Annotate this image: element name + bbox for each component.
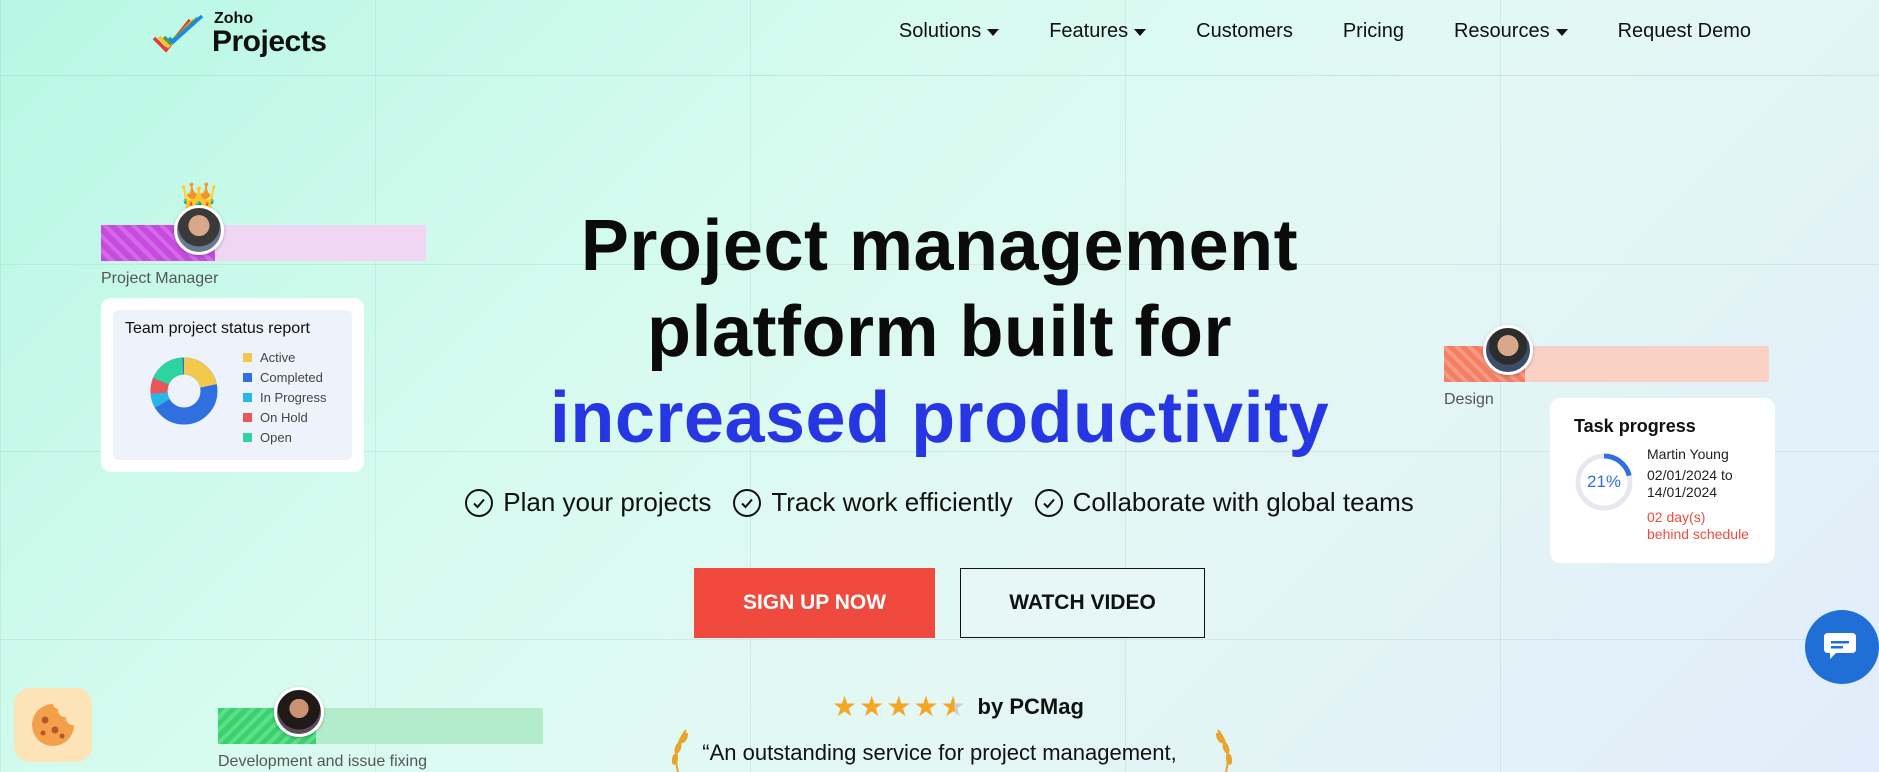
star-icon: ★ [832, 691, 858, 722]
task-date-start: 02/01/2024 to [1647, 467, 1733, 483]
sign-up-now-button[interactable]: SIGN UP NOW [694, 568, 935, 638]
feature-item: Track work efficiently [733, 487, 1013, 518]
nav-features-label: Features [1049, 20, 1129, 42]
feature-list: Plan your projects Track work efficientl… [0, 487, 1879, 518]
task-assignee: Martin Young [1647, 446, 1729, 462]
star-icon: ★ [886, 691, 912, 722]
design-avatar [1483, 325, 1533, 375]
watch-video-button[interactable]: WATCH VIDEO [960, 568, 1205, 638]
caret-down-icon [1555, 29, 1568, 36]
nav-request-demo[interactable]: Request Demo [1618, 20, 1751, 43]
rating-source: by PCMag [977, 694, 1084, 719]
logo-checkmarks-icon [152, 14, 204, 53]
pcmag-rating: ★ ★ ★ ★ ★ by PCMag [832, 693, 1084, 721]
zoho-projects-logo[interactable]: Zoho Projects [150, 10, 327, 58]
feature-label: Collaborate with global teams [1072, 487, 1414, 517]
star-rating: ★ ★ ★ ★ ★ [832, 693, 966, 721]
caret-down-icon [987, 29, 1000, 36]
nav-resources[interactable]: Resources [1454, 20, 1568, 43]
site-header: Zoho Projects Solutions Features Custome… [0, 0, 1879, 76]
star-icon: ★ [859, 691, 885, 722]
half-star-icon: ★ [940, 691, 966, 722]
feature-item: Collaborate with global teams [1034, 487, 1414, 518]
check-circle-icon [733, 488, 762, 517]
feature-label: Plan your projects [503, 487, 712, 517]
testimonial-quote: “An outstanding service for project mana… [702, 740, 1177, 765]
nav-customers-label: Customers [1196, 20, 1293, 42]
development-avatar [274, 687, 324, 737]
feature-label: Track work efficiently [771, 487, 1013, 517]
chat-widget-button[interactable] [1805, 610, 1879, 684]
nav-request-demo-label: Request Demo [1617, 20, 1751, 42]
chat-bubble-icon [1824, 633, 1856, 659]
star-icon: ★ [913, 691, 939, 722]
nav-solutions-label: Solutions [898, 20, 982, 42]
task-progress-title: Task progress [1574, 416, 1696, 436]
main-nav: Solutions Features Customers Pricing Res… [899, 20, 1751, 43]
logo-product: Projects [212, 25, 327, 58]
task-delay-status: behind schedule [1647, 526, 1749, 542]
design-label: Design [1444, 391, 1494, 408]
check-circle-icon [465, 488, 494, 517]
caret-down-icon [1134, 29, 1147, 36]
nav-resources-label: Resources [1453, 20, 1550, 42]
nav-customers[interactable]: Customers [1196, 20, 1293, 43]
task-progress-card: Task progress 21% Martin Young 02/01/202… [1550, 398, 1775, 563]
nav-features[interactable]: Features [1049, 20, 1147, 43]
nav-pricing-label: Pricing [1342, 20, 1404, 42]
feature-item: Plan your projects [465, 487, 711, 518]
hero-heading-line-1: Project management [580, 206, 1299, 286]
nav-solutions[interactable]: Solutions [898, 20, 1000, 43]
check-circle-icon [1034, 488, 1063, 517]
nav-pricing[interactable]: Pricing [1343, 20, 1404, 43]
development-bar [218, 708, 543, 744]
